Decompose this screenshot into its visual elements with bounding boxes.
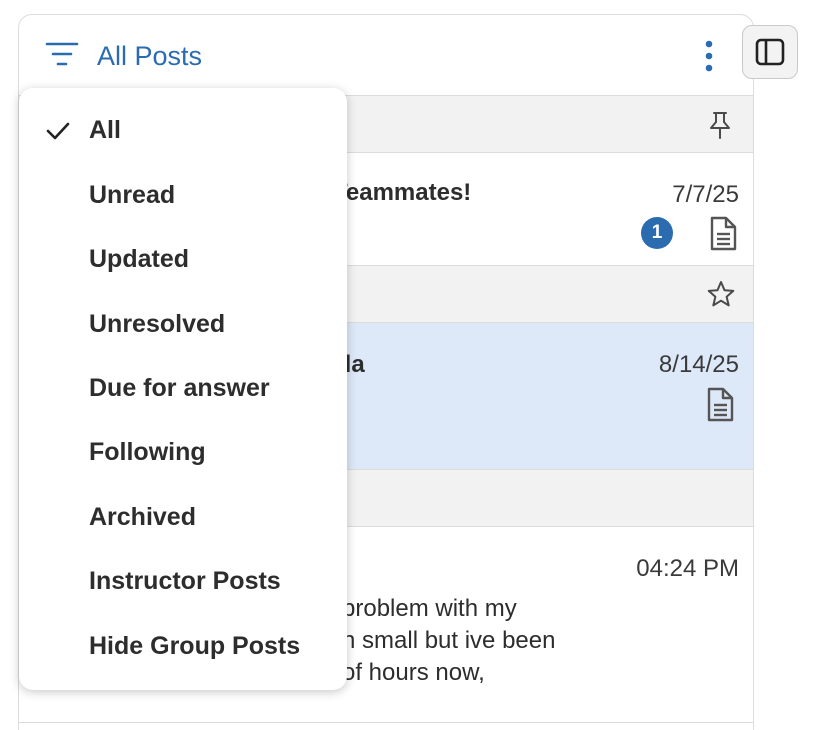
filter-label: All Posts <box>97 40 203 71</box>
menu-item-label: Hide Group Posts <box>89 632 301 660</box>
menu-item-hide-group-posts[interactable]: Hide Group Posts <box>19 620 347 676</box>
post-title: Teammates! <box>333 179 472 206</box>
menu-item-due-for-answer[interactable]: Due for answer <box>19 362 347 418</box>
more-options-button[interactable] <box>699 39 719 73</box>
post-date: 04:24 PM <box>636 555 739 582</box>
post-list-header: All Posts <box>19 15 753 95</box>
menu-item-instructor-posts[interactable]: Instructor Posts <box>19 555 347 611</box>
checkmark-icon <box>45 120 71 147</box>
menu-item-archived[interactable]: Archived <box>19 491 347 547</box>
sidebar-toggle-icon <box>755 38 785 66</box>
post-preview-line: of hours now, <box>342 659 485 686</box>
pin-icon <box>707 110 733 145</box>
sidebar-toggle-button[interactable] <box>742 25 798 79</box>
menu-item-updated[interactable]: Updated <box>19 233 347 289</box>
post-date: 8/14/25 <box>658 351 739 378</box>
document-icon <box>705 387 735 428</box>
menu-item-following[interactable]: Following <box>19 426 347 482</box>
more-vertical-icon <box>705 40 713 72</box>
menu-item-unresolved[interactable]: Unresolved <box>19 298 347 354</box>
menu-item-label: Following <box>89 438 206 466</box>
filter-icon <box>45 39 79 74</box>
menu-item-label: Updated <box>89 245 189 273</box>
post-preview-line: n small but ive been <box>342 627 556 654</box>
post-date: 7/7/25 <box>672 181 739 208</box>
menu-item-label: All <box>89 116 121 144</box>
menu-item-label: Unresolved <box>89 310 226 338</box>
star-icon <box>707 280 735 313</box>
menu-item-unread[interactable]: Unread <box>19 169 347 225</box>
menu-item-all[interactable]: All <box>19 104 347 160</box>
filter-dropdown-button[interactable]: All Posts <box>45 37 202 75</box>
menu-item-label: Archived <box>89 503 196 531</box>
menu-item-label: Due for answer <box>89 374 270 402</box>
menu-item-label: Instructor Posts <box>89 567 281 595</box>
menu-item-label: Unread <box>89 181 176 209</box>
filter-dropdown-menu: All Unread Updated Unresolved Due for an… <box>19 88 347 690</box>
document-icon <box>708 216 738 257</box>
post-preview-line: problem with my <box>342 595 517 622</box>
unread-count-badge: 1 <box>641 217 673 249</box>
